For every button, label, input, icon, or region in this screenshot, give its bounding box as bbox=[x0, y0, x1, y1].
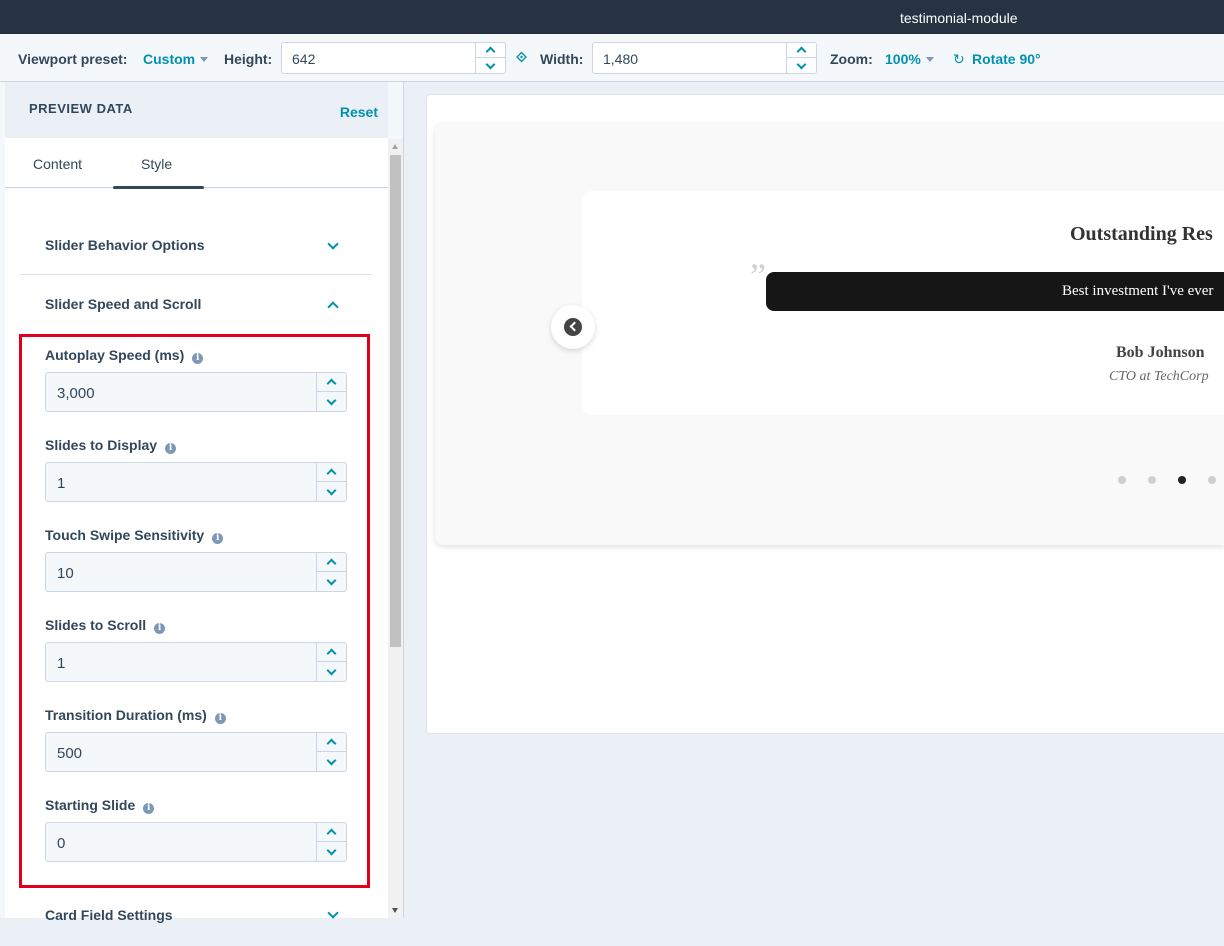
panel-header: PREVIEW DATA Reset bbox=[5, 82, 388, 138]
testimonial-card: Outstanding Res ” Best investment I've e… bbox=[582, 191, 1224, 415]
window-title: testimonial-module bbox=[900, 10, 1018, 26]
section-title: Slider Speed and Scroll bbox=[45, 296, 202, 312]
section-slider-behavior[interactable]: Slider Behavior Options bbox=[15, 216, 367, 274]
height-label: Height: bbox=[224, 51, 273, 67]
chevron-down-icon bbox=[796, 59, 807, 69]
chevron-down-icon bbox=[200, 57, 209, 62]
width-input[interactable]: 1,480 bbox=[592, 42, 817, 74]
height-stepper bbox=[475, 43, 505, 73]
quote-icon: ” bbox=[750, 256, 766, 296]
section-title: Slider Behavior Options bbox=[45, 237, 205, 253]
panel-scrollbar[interactable] bbox=[388, 139, 403, 918]
viewport-preset-label: Viewport preset: bbox=[18, 51, 128, 67]
title-bar: testimonial-module bbox=[0, 0, 1224, 34]
chevron-down-icon bbox=[485, 59, 496, 69]
highlight-box bbox=[19, 334, 370, 888]
width-value: 1,480 bbox=[603, 51, 639, 67]
height-value: 642 bbox=[292, 51, 316, 67]
width-label: Width: bbox=[540, 51, 584, 67]
scroll-up-icon[interactable] bbox=[392, 144, 398, 149]
slider-dot[interactable] bbox=[1208, 476, 1216, 484]
scrollbar-thumb[interactable] bbox=[390, 155, 401, 647]
chevron-down-icon bbox=[327, 238, 339, 250]
testimonial-module: Outstanding Res ” Best investment I've e… bbox=[435, 123, 1224, 545]
testimonial-quote: Best investment I've ever bbox=[766, 272, 1224, 311]
zoom-value: 100% bbox=[885, 51, 921, 67]
tab-content[interactable]: Content bbox=[33, 156, 82, 172]
chevron-up-icon bbox=[327, 301, 339, 313]
rotate-button[interactable]: Rotate 90° bbox=[972, 51, 1041, 67]
author-name: Bob Johnson bbox=[1116, 344, 1205, 361]
slider-dot[interactable] bbox=[1148, 476, 1156, 484]
height-decrement-button[interactable] bbox=[476, 58, 505, 73]
quote-text: Best investment I've ever bbox=[1062, 283, 1214, 299]
preview-canvas: Outstanding Res ” Best investment I've e… bbox=[426, 94, 1224, 734]
scroll-down-icon[interactable] bbox=[392, 908, 398, 913]
link-dimensions-icon[interactable]: ⟐ bbox=[516, 49, 527, 66]
zoom-label: Zoom: bbox=[830, 51, 873, 67]
section-slider-speed[interactable]: Slider Speed and Scroll bbox=[15, 275, 367, 333]
width-increment-button[interactable] bbox=[787, 43, 816, 58]
zoom-dropdown[interactable]: 100% bbox=[885, 51, 934, 67]
reset-button[interactable]: Reset bbox=[340, 104, 378, 120]
panel-title: PREVIEW DATA bbox=[29, 101, 133, 116]
section-title: Card Field Settings bbox=[45, 907, 173, 923]
viewport-preset-value: Custom bbox=[143, 51, 196, 67]
width-stepper bbox=[786, 43, 816, 73]
height-increment-button[interactable] bbox=[476, 43, 505, 58]
panel-tabs: Content Style bbox=[5, 138, 388, 189]
chevron-up-icon bbox=[796, 46, 807, 57]
chevron-down-icon bbox=[925, 57, 934, 62]
chevron-up-icon bbox=[485, 46, 496, 57]
tab-style[interactable]: Style bbox=[141, 156, 172, 172]
author-role: CTO at TechCorp bbox=[1109, 369, 1209, 384]
slider-dot[interactable] bbox=[1178, 476, 1186, 484]
width-decrement-button[interactable] bbox=[787, 58, 816, 73]
viewport-preset-dropdown[interactable]: Custom bbox=[143, 51, 209, 67]
slider-dot[interactable] bbox=[1118, 476, 1126, 484]
rotate-icon: ↻ bbox=[953, 51, 965, 67]
height-input[interactable]: 642 bbox=[281, 42, 506, 74]
chevron-down-icon bbox=[327, 907, 339, 919]
testimonial-heading: Outstanding Res bbox=[1070, 223, 1213, 245]
section-card-field-settings[interactable]: Card Field Settings bbox=[15, 888, 367, 946]
chevron-left-icon bbox=[564, 318, 582, 336]
viewport-toolbar: Viewport preset: Custom Height: 642 ⟐ Wi… bbox=[0, 34, 1224, 82]
previous-slide-button[interactable] bbox=[551, 305, 595, 349]
